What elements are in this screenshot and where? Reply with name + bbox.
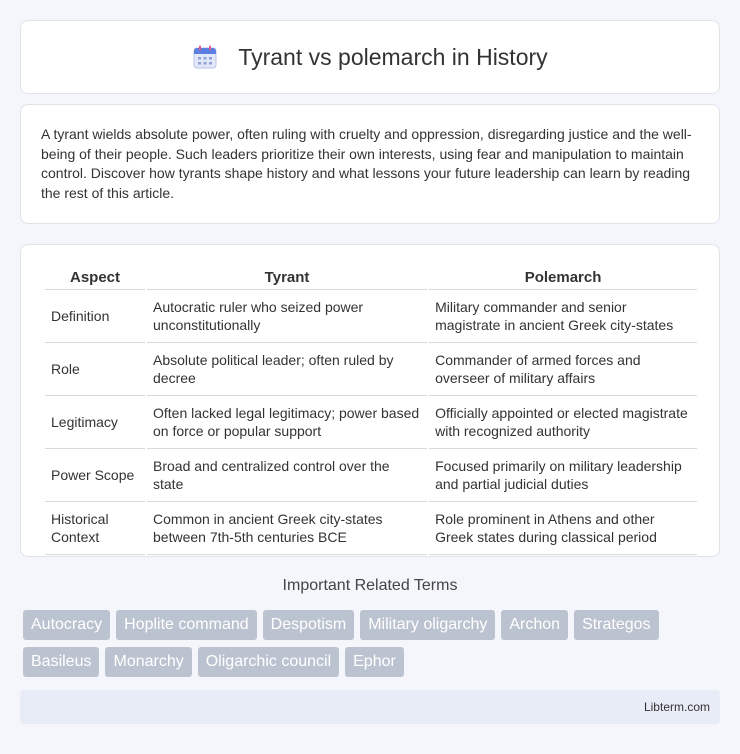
comparison-card: Aspect Tyrant Polemarch Definition Autoc… — [20, 244, 720, 557]
header-polemarch: Polemarch — [429, 265, 697, 290]
row-aspect: Definition — [45, 290, 145, 343]
calendar-icon — [192, 44, 218, 70]
row-aspect: Historical Context — [45, 502, 145, 555]
tag-hoplite-command[interactable]: Hoplite command — [116, 610, 257, 640]
row-aspect: Role — [45, 343, 145, 396]
tag-military-oligarchy[interactable]: Military oligarchy — [360, 610, 496, 640]
row-tyrant: Absolute political leader; often ruled b… — [147, 343, 428, 396]
row-polemarch: Military commander and senior magistrate… — [429, 290, 697, 343]
header-tyrant: Tyrant — [147, 265, 428, 290]
row-tyrant: Broad and centralized control over the s… — [147, 449, 428, 502]
table-row: Definition Autocratic ruler who seized p… — [45, 290, 697, 343]
tag-archon[interactable]: Archon — [501, 610, 569, 640]
tag-ephor[interactable]: Ephor — [345, 647, 404, 677]
tag-despotism[interactable]: Despotism — [262, 610, 355, 640]
table-row: Power Scope Broad and centralized contro… — [45, 449, 697, 502]
row-tyrant: Common in ancient Greek city-states betw… — [147, 502, 428, 555]
intro-card: A tyrant wields absolute power, often ru… — [20, 104, 720, 224]
tag-basileus[interactable]: Basileus — [23, 647, 100, 677]
row-polemarch: Focused primarily on military leadership… — [429, 449, 697, 502]
row-polemarch: Officially appointed or elected magistra… — [429, 396, 697, 449]
tag-strategos[interactable]: Strategos — [574, 610, 659, 640]
tag-autocracy[interactable]: Autocracy — [23, 610, 111, 640]
title-card: Tyrant vs polemarch in History — [20, 20, 720, 94]
row-tyrant: Often lacked legal legitimacy; power bas… — [147, 396, 428, 449]
row-polemarch: Role prominent in Athens and other Greek… — [429, 502, 697, 555]
footer: Libterm.com — [20, 690, 720, 724]
row-tyrant: Autocratic ruler who seized power uncons… — [147, 290, 428, 343]
page-title: Tyrant vs polemarch in History — [238, 43, 548, 70]
related-terms-title: Important Related Terms — [282, 577, 458, 594]
table-row: Role Absolute political leader; often ru… — [45, 343, 697, 396]
tag-oligarchic-council[interactable]: Oligarchic council — [197, 647, 340, 677]
row-aspect: Power Scope — [45, 449, 145, 502]
header-aspect: Aspect — [45, 265, 145, 290]
row-polemarch: Commander of armed forces and overseer o… — [429, 343, 697, 396]
related-terms-tags: Autocracy Hoplite command Despotism Mili… — [23, 610, 723, 677]
tag-monarchy[interactable]: Monarchy — [105, 647, 192, 677]
table-row: Historical Context Common in ancient Gre… — [45, 502, 697, 555]
intro-paragraph: A tyrant wields absolute power, often ru… — [41, 126, 692, 201]
row-aspect: Legitimacy — [45, 396, 145, 449]
table-header-row: Aspect Tyrant Polemarch — [45, 265, 697, 290]
comparison-table: Aspect Tyrant Polemarch Definition Autoc… — [43, 265, 699, 555]
footer-site-link[interactable]: Libterm.com — [644, 700, 710, 714]
table-row: Legitimacy Often lacked legal legitimacy… — [45, 396, 697, 449]
